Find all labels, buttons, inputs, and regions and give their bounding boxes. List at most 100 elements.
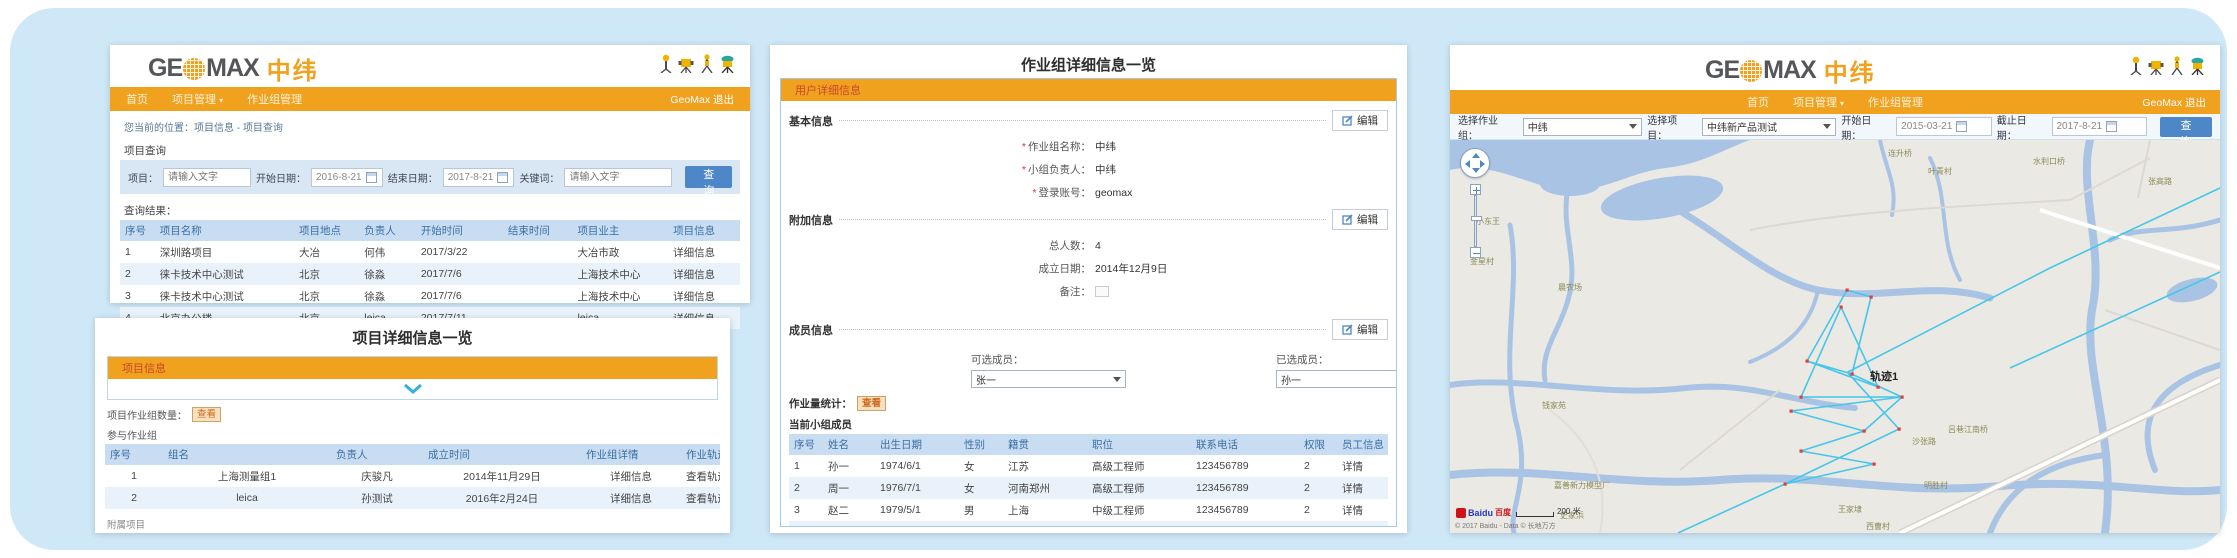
founded-date-label: 成立日期： (971, 261, 1091, 276)
calendar-icon[interactable] (366, 172, 377, 183)
view-workload-button[interactable]: 查看 (857, 396, 886, 411)
nav-project-management[interactable]: 项目管理 ▾ (172, 91, 223, 107)
breadcrumb: 您当前的位置：项目信息 - 项目查询 (124, 119, 736, 134)
edit-member-button[interactable]: 编辑 (1332, 319, 1388, 340)
end-date-input[interactable]: 2017-8-21 (2052, 117, 2148, 136)
zoom-slider-knob[interactable] (1471, 216, 1482, 221)
track-link[interactable]: 查看轨迹 (681, 465, 720, 487)
detail-link[interactable]: 详情 (1337, 499, 1388, 521)
geomax-logo: GEMAX 中纬 (1705, 53, 1876, 88)
gnss-rover-icon (2169, 56, 2184, 75)
cell-group-name: leica (163, 487, 331, 509)
map-place-label: 水利口桥 (2033, 156, 2065, 167)
detail-link[interactable]: 详情 (1337, 477, 1388, 499)
detail-link[interactable]: 详情 (1337, 455, 1388, 477)
logout-link[interactable]: GeoMax 退出 (2142, 95, 2206, 110)
edit-basic-button[interactable]: 编辑 (1332, 110, 1388, 131)
nav-project-management[interactable]: 项目管理 ▾ (1793, 94, 1844, 110)
remark-box[interactable] (1095, 286, 1109, 297)
nav-home[interactable]: 首页 (126, 91, 148, 107)
cell-perm: 2 (1299, 477, 1337, 499)
detail-link[interactable]: 详细信息 (581, 465, 681, 487)
map-search-button[interactable]: 查询 (2160, 117, 2212, 137)
pan-left-arrow[interactable] (1465, 160, 1470, 168)
col-header: 序号 (789, 434, 823, 455)
cell-name: 周一 (823, 477, 875, 499)
project-info-box: 项目信息 (107, 356, 718, 400)
nav-home[interactable]: 首页 (1747, 94, 1769, 110)
calendar-icon[interactable] (2106, 121, 2117, 132)
zoom-out-button[interactable] (1470, 247, 1481, 258)
cell-start: 2017/7/6 (416, 263, 503, 285)
project-select[interactable]: 中纬新产品测试 (1702, 118, 1836, 136)
nav-workgroup-management[interactable]: 作业组管理 (1868, 94, 1923, 110)
col-header: 职位 (1087, 434, 1191, 455)
map-viewport[interactable]: 叶青村 水利口桥 张高路 小东王 金星村 晨农场 钱家苑 嘉善新力模型厂 史家浜… (1450, 140, 2220, 533)
globe-icon (183, 58, 205, 80)
edit-pencil-icon (1342, 115, 1353, 126)
cell-name: 深圳路项目 (155, 241, 294, 263)
map-place-label: 连升桥 (1888, 148, 1912, 159)
selected-members-select[interactable]: 孙一 (1276, 370, 1397, 388)
cell-birth: 1976/7/1 (875, 477, 959, 499)
user-detail-bar: 用户详细信息 (781, 79, 1396, 101)
baidu-logo-cn: 百度 (1495, 507, 1511, 518)
scale-line (1516, 512, 1554, 517)
cell-sex: 男 (959, 499, 1003, 521)
end-date-value: 2017-8-21 (2057, 121, 2103, 132)
map-place-label: 王家埭 (1838, 504, 1862, 515)
level-instrument-icon (719, 54, 736, 73)
cell-title: 中级工程师 (1087, 521, 1191, 527)
cell-title: 中级工程师 (1087, 499, 1191, 521)
table-row: 2徕卡技术中心测试北京徐淼2017/7/6上海技术中心详细信息 (120, 263, 740, 285)
group-select[interactable]: 中纬 (1523, 118, 1642, 136)
cell-no: 2 (105, 487, 163, 509)
track-link[interactable]: 查看轨迹 (681, 487, 720, 509)
detail-link[interactable]: 详情 (1337, 521, 1388, 527)
zoom-in-button[interactable] (1470, 184, 1481, 195)
pan-up-arrow[interactable] (1472, 153, 1480, 158)
start-date-input[interactable]: 2016-8-21 (311, 168, 383, 187)
available-members-value: 张一 (976, 372, 996, 387)
detail-link[interactable]: 详细信息 (581, 487, 681, 509)
detail-link[interactable]: 详细信息 (668, 241, 740, 263)
detail-link[interactable]: 详细信息 (668, 263, 740, 285)
workgroup-table: 序号 组名 负责人 成立时间 作业组详情 作业轨迹 1上海测量组1庆骏凡2014… (105, 444, 720, 509)
col-header: 籍贯 (1003, 434, 1087, 455)
total-station-icon (678, 54, 694, 73)
cell-place: 北京 (294, 285, 359, 307)
project-input[interactable] (163, 168, 251, 187)
project-select-value: 中纬新产品测试 (1707, 119, 1777, 134)
table-row: 1上海测量组1庆骏凡2014年11月29日详细信息查看轨迹 (105, 465, 720, 487)
calendar-icon[interactable] (1956, 121, 1967, 132)
map-zoom-control[interactable] (1470, 184, 1481, 262)
keyword-input[interactable] (564, 168, 672, 187)
calendar-icon[interactable] (497, 172, 508, 183)
nav-workgroup-management[interactable]: 作业组管理 (247, 91, 302, 107)
pan-right-arrow[interactable] (1480, 160, 1485, 168)
panel-track-map: GEMAX 中纬 首页 项目管理 ▾ 作业组管理 GeoMax 退出 选择作业组… (1450, 45, 2220, 533)
map-filter-bar: 选择作业组： 中纬 选择项目： 中纬新产品测试 开始日期： 2015-03-21… (1450, 114, 2220, 140)
end-date-input[interactable]: 2017-8-21 (443, 168, 515, 187)
end-date-value: 2017-8-21 (448, 172, 494, 183)
col-header: 序号 (120, 220, 155, 241)
collapse-toggle[interactable] (108, 379, 717, 399)
start-date-input[interactable]: 2015-03-21 (1896, 117, 1992, 136)
map-pan-control[interactable] (1460, 148, 1490, 178)
search-button[interactable]: 查询 (685, 166, 732, 188)
chevron-down-icon (1629, 124, 1637, 129)
baidu-logo[interactable]: Baidu百度 (1456, 507, 1511, 518)
zoom-slider[interactable] (1474, 195, 1477, 247)
map-place-label: 叶青村 (1928, 166, 1952, 177)
logout-link[interactable]: GeoMax 退出 (670, 92, 734, 107)
map-copyright: © 2017 Baidu - Data © 长地万方 (1455, 521, 1556, 531)
col-header: 权限 (1299, 434, 1337, 455)
pan-down-arrow[interactable] (1472, 168, 1480, 173)
available-members-select[interactable]: 张一 (971, 370, 1126, 388)
edit-extra-button[interactable]: 编辑 (1332, 209, 1388, 230)
gnss-pole-icon (2128, 56, 2143, 75)
detail-link[interactable]: 详细信息 (668, 285, 740, 307)
view-count-button[interactable]: 查看 (192, 407, 221, 422)
gnss-pole-icon (658, 54, 673, 73)
workload-stat-label: 作业量统计： (789, 396, 852, 411)
